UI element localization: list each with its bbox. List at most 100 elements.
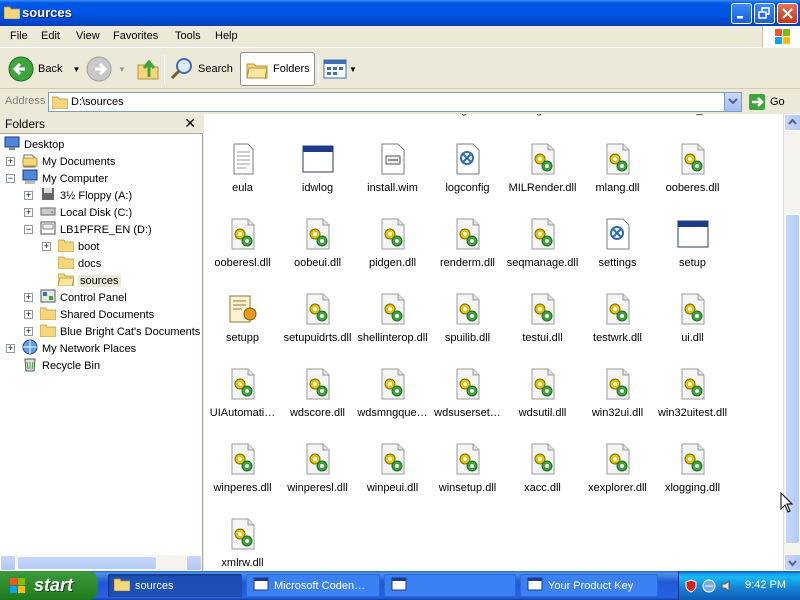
tree-expander-icon[interactable]: −	[24, 225, 33, 234]
tree-item[interactable]: My Documents	[22, 153, 115, 170]
minimize-button[interactable]	[731, 3, 752, 24]
address-dropdown-button[interactable]	[724, 93, 741, 111]
file-item[interactable]: xlogging.dll	[655, 442, 730, 517]
volume-icon[interactable]	[720, 579, 734, 593]
tree-expander-icon[interactable]: +	[42, 242, 51, 251]
taskbar-button[interactable]: Microsoft Coden…	[246, 574, 380, 597]
menu-view[interactable]: View	[76, 30, 100, 42]
go-button[interactable]: Go	[748, 92, 785, 112]
security-shield-icon[interactable]	[684, 578, 698, 593]
file-label-partial[interactable]: background	[429, 114, 504, 116]
scroll-left-button[interactable]	[0, 555, 16, 571]
menu-help[interactable]: Help	[215, 30, 238, 42]
file-item[interactable]: ui.dll	[655, 292, 730, 367]
tree-item[interactable]: Blue Bright Cat's Documents	[39, 323, 200, 340]
file-label-partial[interactable]: mdiskoldm	[279, 114, 354, 116]
scroll-up-button[interactable]	[784, 114, 800, 131]
tree-item[interactable]: sources	[57, 272, 121, 289]
tree-item[interactable]: Recycle Bin	[22, 357, 100, 374]
scroll-thumb[interactable]	[17, 556, 157, 570]
tree-expander-icon[interactable]: +	[24, 191, 33, 200]
address-field[interactable]: D:\sources	[48, 92, 742, 112]
clock[interactable]: 9:42 PM	[745, 579, 786, 591]
tree-item[interactable]: Desktop	[4, 136, 64, 153]
forward-dropdown-icon[interactable]: ▼	[118, 65, 126, 74]
tree-expander-icon[interactable]: +	[6, 344, 15, 353]
file-label-partial[interactable]: mdiskmn	[354, 114, 429, 116]
file-item[interactable]: wdsuserset…	[430, 367, 505, 442]
file-item[interactable]: logconfig	[430, 142, 505, 217]
tree-item[interactable]: boot	[57, 238, 99, 255]
file-item[interactable]: oobeui.dll	[280, 217, 355, 292]
file-item[interactable]: xmlrw.dll	[205, 517, 280, 571]
file-item[interactable]: settings	[580, 217, 655, 292]
menu-tools[interactable]: Tools	[175, 30, 201, 42]
tree-item[interactable]: Control Panel	[40, 289, 127, 306]
file-item[interactable]: MILRender.dll	[505, 142, 580, 217]
tree-expander-icon[interactable]: +	[24, 293, 33, 302]
folders-button[interactable]: Folders	[240, 52, 315, 86]
file-item[interactable]: eula	[205, 142, 280, 217]
file-item[interactable]: ooberesl.dll	[205, 217, 280, 292]
tree-item[interactable]: My Network Places	[22, 339, 136, 357]
file-label-partial[interactable]: button_ion	[654, 114, 729, 116]
menu-favorites[interactable]: Favorites	[113, 30, 158, 42]
menu-edit[interactable]: Edit	[41, 30, 60, 42]
scroll-right-button[interactable]	[186, 555, 202, 571]
file-item[interactable]: win32ui.dll	[580, 367, 655, 442]
views-dropdown-icon[interactable]: ▼	[349, 65, 357, 74]
file-item[interactable]: UIAutomati…	[205, 367, 280, 442]
tree-item[interactable]: LB1PFRE_EN (D:)	[40, 221, 152, 238]
file-item[interactable]: winperesl.dll	[280, 442, 355, 517]
file-item[interactable]: testui.dll	[505, 292, 580, 367]
file-label-partial[interactable]: mdiskmaxsm	[204, 114, 279, 116]
taskbar-button[interactable]: sources	[108, 574, 242, 597]
menu-file[interactable]: File	[10, 30, 28, 42]
start-button[interactable]: start	[0, 571, 98, 600]
views-button[interactable]: ▼	[323, 52, 357, 86]
file-item[interactable]: install.wim	[355, 142, 430, 217]
tree-item[interactable]: docs	[57, 255, 101, 272]
file-item[interactable]: wdsmngque…	[355, 367, 430, 442]
maximize-button[interactable]	[754, 3, 775, 24]
taskbar-button[interactable]	[384, 574, 516, 597]
tree-expander-icon[interactable]: +	[24, 310, 33, 319]
forward-button[interactable]: ▼	[86, 52, 126, 86]
file-item[interactable]: testwrk.dll	[580, 292, 655, 367]
file-item[interactable]: setupuidrts.dll	[280, 292, 355, 367]
title-bar[interactable]: sources	[0, 0, 800, 26]
file-item[interactable]: wdsutil.dll	[505, 367, 580, 442]
tree-expander-icon[interactable]: −	[6, 174, 15, 183]
file-item[interactable]: wdscore.dll	[280, 367, 355, 442]
taskbar-button[interactable]: Your Product Key	[520, 574, 658, 597]
tree-item[interactable]: My Computer	[22, 169, 108, 187]
back-button[interactable]: Back ▼	[8, 52, 80, 86]
file-item[interactable]: win32uitest.dll	[655, 367, 730, 442]
tree-item[interactable]: 3½ Floppy (A:)	[40, 187, 132, 204]
file-item[interactable]: pidgen.dll	[355, 217, 430, 292]
file-item[interactable]: xacc.dll	[505, 442, 580, 517]
file-item[interactable]: setup	[655, 217, 730, 292]
up-folder-button[interactable]	[136, 52, 160, 86]
file-item[interactable]: winsetup.dll	[430, 442, 505, 517]
search-button[interactable]: Search	[170, 52, 233, 86]
file-item[interactable]: shellinterop.dll	[355, 292, 430, 367]
file-item[interactable]: idwlog	[280, 142, 355, 217]
back-dropdown-icon[interactable]: ▼	[72, 65, 80, 74]
file-item[interactable]: winperes.dll	[205, 442, 280, 517]
close-button[interactable]	[777, 3, 798, 24]
file-item[interactable]: spuilib.dll	[430, 292, 505, 367]
close-pane-icon[interactable]: ✕	[184, 115, 196, 132]
tree-expander-icon[interactable]: +	[24, 208, 33, 217]
file-item[interactable]: seqmanage.dll	[505, 217, 580, 292]
file-item[interactable]: xexplorer.dll	[580, 442, 655, 517]
tree-item[interactable]: Shared Documents	[39, 306, 154, 323]
file-label-partial[interactable]: button	[579, 114, 654, 116]
horizontal-scrollbar[interactable]	[0, 555, 202, 571]
network-icon[interactable]	[702, 579, 716, 593]
tree-expander-icon[interactable]: +	[6, 157, 15, 166]
file-item[interactable]: mlang.dll	[580, 142, 655, 217]
file-item[interactable]: renderm.dll	[430, 217, 505, 292]
scroll-down-button[interactable]	[784, 554, 800, 571]
file-item[interactable]: winpeui.dll	[355, 442, 430, 517]
